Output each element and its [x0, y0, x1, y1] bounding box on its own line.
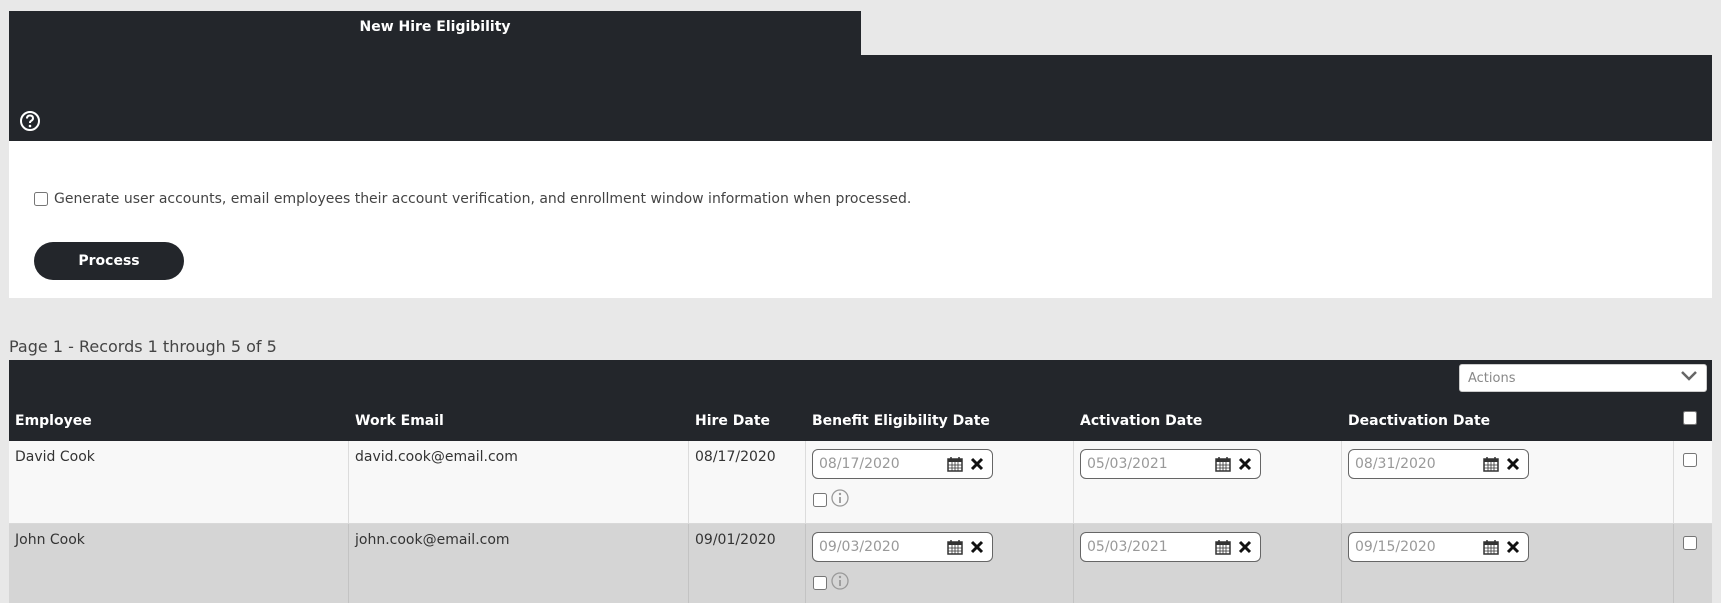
records-summary: Page 1 - Records 1 through 5 of 5: [9, 337, 277, 356]
deactivation-date-field[interactable]: 08/31/2020: [1348, 449, 1529, 479]
work-email: john.cook@email.com: [355, 532, 510, 548]
info-icon[interactable]: [831, 489, 849, 511]
close-icon[interactable]: [968, 538, 986, 556]
column-header-work-email[interactable]: Work Email: [355, 413, 444, 429]
column-header-employee[interactable]: Employee: [15, 413, 92, 429]
process-button[interactable]: Process: [34, 242, 184, 280]
employee-grid: Actions Employee Work Email Hire Date Be…: [9, 360, 1712, 603]
activation-date-value[interactable]: 05/03/2021: [1087, 539, 1210, 555]
column-header-activation-date[interactable]: Activation Date: [1080, 413, 1202, 429]
benefit-override-checkbox[interactable]: [813, 576, 827, 590]
tab-new-hire-eligibility[interactable]: New Hire Eligibility: [9, 11, 861, 55]
activation-date-value[interactable]: 05/03/2021: [1087, 456, 1210, 472]
work-email: david.cook@email.com: [355, 449, 518, 465]
chevron-down-icon: [1680, 370, 1698, 386]
deactivation-date-value[interactable]: 08/31/2020: [1355, 456, 1478, 472]
grid-header: Actions Employee Work Email Hire Date Be…: [9, 360, 1712, 441]
benefit-eligibility-date-value[interactable]: 08/17/2020: [819, 456, 942, 472]
benefit-override-checkbox[interactable]: [813, 493, 827, 507]
calendar-icon[interactable]: [946, 455, 964, 473]
benefit-eligibility-date-field[interactable]: 08/17/2020: [812, 449, 993, 479]
calendar-icon[interactable]: [946, 538, 964, 556]
generate-accounts-option[interactable]: Generate user accounts, email employees …: [34, 191, 911, 207]
select-all-checkbox[interactable]: [1683, 411, 1697, 425]
table-row: David Cook david.cook@email.com 08/17/20…: [9, 441, 1712, 524]
close-icon[interactable]: [1504, 455, 1522, 473]
benefit-eligibility-date-field[interactable]: 09/03/2020: [812, 532, 993, 562]
column-header-hire-date[interactable]: Hire Date: [695, 413, 770, 429]
deactivation-date-field[interactable]: 09/15/2020: [1348, 532, 1529, 562]
activation-date-field[interactable]: 05/03/2021: [1080, 449, 1261, 479]
row-select-checkbox[interactable]: [1683, 536, 1697, 550]
close-icon[interactable]: [968, 455, 986, 473]
close-icon[interactable]: [1236, 455, 1254, 473]
calendar-icon[interactable]: [1482, 538, 1500, 556]
help-circle-icon[interactable]: [19, 110, 41, 132]
column-header-benefit-eligibility-date[interactable]: Benefit Eligibility Date: [812, 413, 990, 429]
generate-accounts-checkbox[interactable]: [34, 192, 48, 206]
calendar-icon[interactable]: [1482, 455, 1500, 473]
row-select-checkbox[interactable]: [1683, 453, 1697, 467]
calendar-icon[interactable]: [1214, 455, 1232, 473]
options-panel: Generate user accounts, email employees …: [9, 141, 1712, 298]
info-icon[interactable]: [831, 572, 849, 594]
hire-date: 08/17/2020: [695, 449, 776, 465]
actions-label: Actions: [1468, 370, 1516, 386]
close-icon[interactable]: [1236, 538, 1254, 556]
header-banner: [9, 55, 1712, 141]
table-row: John Cook john.cook@email.com 09/01/2020…: [9, 524, 1712, 603]
employee-name: David Cook: [15, 449, 95, 465]
column-header-deactivation-date[interactable]: Deactivation Date: [1348, 413, 1490, 429]
actions-dropdown[interactable]: Actions: [1459, 364, 1707, 392]
benefit-eligibility-date-value[interactable]: 09/03/2020: [819, 539, 942, 555]
tab-label: New Hire Eligibility: [359, 19, 511, 35]
activation-date-field[interactable]: 05/03/2021: [1080, 532, 1261, 562]
hire-date: 09/01/2020: [695, 532, 776, 548]
generate-accounts-label: Generate user accounts, email employees …: [54, 191, 912, 207]
employee-name: John Cook: [15, 532, 85, 548]
deactivation-date-value[interactable]: 09/15/2020: [1355, 539, 1478, 555]
calendar-icon[interactable]: [1214, 538, 1232, 556]
close-icon[interactable]: [1504, 538, 1522, 556]
